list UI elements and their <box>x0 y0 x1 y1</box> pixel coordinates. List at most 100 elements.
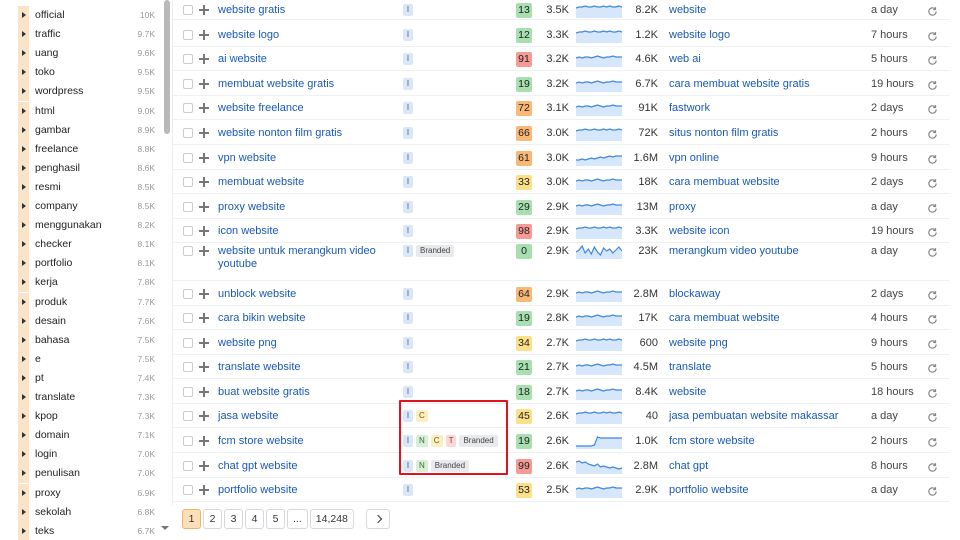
expand-handle[interactable] <box>18 388 29 407</box>
keyword-link[interactable]: chat gpt website <box>218 460 396 473</box>
serp-feature-link[interactable]: portfolio website <box>669 484 869 496</box>
add-keyword-plus-icon[interactable] <box>199 5 209 15</box>
add-keyword-plus-icon[interactable] <box>199 436 209 446</box>
serp-feature-link[interactable]: blockaway <box>669 288 869 300</box>
page-14248[interactable]: 14,248 <box>309 509 354 529</box>
add-keyword-plus-icon[interactable] <box>199 153 209 163</box>
keyword-link[interactable]: buat website gratis <box>218 386 396 399</box>
next-page-chevron-icon[interactable] <box>365 509 390 529</box>
refresh-icon[interactable] <box>927 410 938 422</box>
page-4[interactable]: 4 <box>245 509 264 529</box>
serp-feature-link[interactable]: web ai <box>669 53 869 65</box>
row-checkbox[interactable] <box>183 289 193 299</box>
keyword-link[interactable]: vpn website <box>218 152 396 165</box>
keyword-link[interactable]: membuat website <box>218 176 396 189</box>
sidebar-item-produk[interactable]: produk 7.7K <box>18 292 158 312</box>
serp-feature-link[interactable]: chat gpt <box>669 460 869 472</box>
refresh-icon[interactable] <box>927 29 938 41</box>
expand-handle[interactable] <box>18 139 29 159</box>
serp-feature-link[interactable]: situs nonton film gratis <box>669 127 869 139</box>
caret-right-icon[interactable] <box>22 489 26 496</box>
refresh-icon[interactable] <box>927 152 938 164</box>
caret-right-icon[interactable] <box>22 508 26 515</box>
expand-handle[interactable] <box>18 311 29 331</box>
expand-handle[interactable] <box>18 349 29 369</box>
row-checkbox[interactable] <box>183 338 193 348</box>
expand-handle[interactable] <box>18 101 29 121</box>
serp-feature-link[interactable]: proxy <box>669 201 869 213</box>
caret-right-icon[interactable] <box>22 88 26 95</box>
row-checkbox[interactable] <box>183 387 193 397</box>
caret-right-icon[interactable] <box>22 69 26 76</box>
add-keyword-plus-icon[interactable] <box>199 411 209 421</box>
keyword-link[interactable]: website logo <box>218 29 396 42</box>
refresh-icon[interactable] <box>927 245 938 257</box>
serp-feature-link[interactable]: fcm store website <box>669 435 869 447</box>
expand-handle[interactable] <box>18 407 29 427</box>
caret-right-icon[interactable] <box>22 394 26 400</box>
sidebar-item-sekolah[interactable]: sekolah 6.8K <box>18 502 158 522</box>
keyword-link[interactable]: translate website <box>218 361 396 374</box>
refresh-icon[interactable] <box>927 460 938 472</box>
sidebar-item-wordpress[interactable]: wordpress 9.5K <box>18 82 158 102</box>
caret-right-icon[interactable] <box>22 374 26 381</box>
expand-handle[interactable] <box>18 483 29 503</box>
expand-handle[interactable] <box>18 426 29 446</box>
add-keyword-plus-icon[interactable] <box>199 461 209 471</box>
caret-right-icon[interactable] <box>22 432 26 439</box>
sidebar-item-portfolio[interactable]: portfolio 8.1K <box>18 254 158 274</box>
row-checkbox[interactable] <box>183 246 193 256</box>
scroll-down-arrow-icon[interactable] <box>161 526 169 530</box>
add-keyword-plus-icon[interactable] <box>199 485 209 495</box>
row-checkbox[interactable] <box>183 54 193 64</box>
caret-right-icon[interactable] <box>22 413 26 420</box>
sidebar-item-traffic[interactable]: traffic 9.7K <box>18 25 158 45</box>
caret-right-icon[interactable] <box>22 183 26 190</box>
caret-right-icon[interactable] <box>22 336 26 343</box>
keyword-link[interactable]: website freelance <box>218 102 396 115</box>
sidebar-item-resmi[interactable]: resmi 8.5K <box>18 177 158 197</box>
sidebar-item-kpop[interactable]: kpop 7.3K <box>18 407 158 427</box>
row-checkbox[interactable] <box>183 362 193 372</box>
refresh-icon[interactable] <box>927 102 938 114</box>
refresh-icon[interactable] <box>927 53 938 65</box>
refresh-icon[interactable] <box>927 176 938 188</box>
row-checkbox[interactable] <box>183 103 193 113</box>
caret-right-icon[interactable] <box>22 317 26 324</box>
caret-right-icon[interactable] <box>22 260 26 267</box>
serp-feature-link[interactable]: cara membuat website gratis <box>669 78 869 90</box>
page-1[interactable]: 1 <box>182 509 201 529</box>
sidebar-scroll-thumb[interactable] <box>164 0 170 134</box>
page-3[interactable]: 3 <box>224 509 243 529</box>
serp-feature-link[interactable]: merangkum video youtube <box>669 245 869 257</box>
expand-handle[interactable] <box>18 445 29 465</box>
refresh-icon[interactable] <box>927 78 938 90</box>
sidebar-item-official[interactable]: official 10K <box>18 6 158 25</box>
refresh-icon[interactable] <box>927 225 938 237</box>
expand-handle[interactable] <box>18 197 29 216</box>
expand-handle[interactable] <box>18 6 29 25</box>
refresh-icon[interactable] <box>927 484 938 496</box>
serp-feature-link[interactable]: website logo <box>669 29 869 41</box>
serp-feature-link[interactable]: website png <box>669 337 869 349</box>
row-checkbox[interactable] <box>183 79 193 89</box>
add-keyword-plus-icon[interactable] <box>199 387 209 397</box>
keyword-link[interactable]: website png <box>218 337 396 350</box>
expand-handle[interactable] <box>18 502 29 522</box>
serp-feature-link[interactable]: website <box>669 4 869 16</box>
sidebar-item-pt[interactable]: pt 7.4K <box>18 368 158 388</box>
expand-handle[interactable] <box>18 177 29 197</box>
serp-feature-link[interactable]: website icon <box>669 225 869 237</box>
row-checkbox[interactable] <box>183 461 193 471</box>
expand-handle[interactable] <box>18 216 29 236</box>
row-checkbox[interactable] <box>183 436 193 446</box>
row-checkbox[interactable] <box>183 153 193 163</box>
caret-right-icon[interactable] <box>22 222 26 229</box>
add-keyword-plus-icon[interactable] <box>199 103 209 113</box>
expand-handle[interactable] <box>18 273 29 293</box>
keyword-link[interactable]: website nonton film gratis <box>218 127 396 140</box>
caret-right-icon[interactable] <box>22 126 26 133</box>
sidebar-item-toko[interactable]: toko 9.5K <box>18 63 158 83</box>
caret-right-icon[interactable] <box>22 527 26 534</box>
add-keyword-plus-icon[interactable] <box>199 313 209 323</box>
